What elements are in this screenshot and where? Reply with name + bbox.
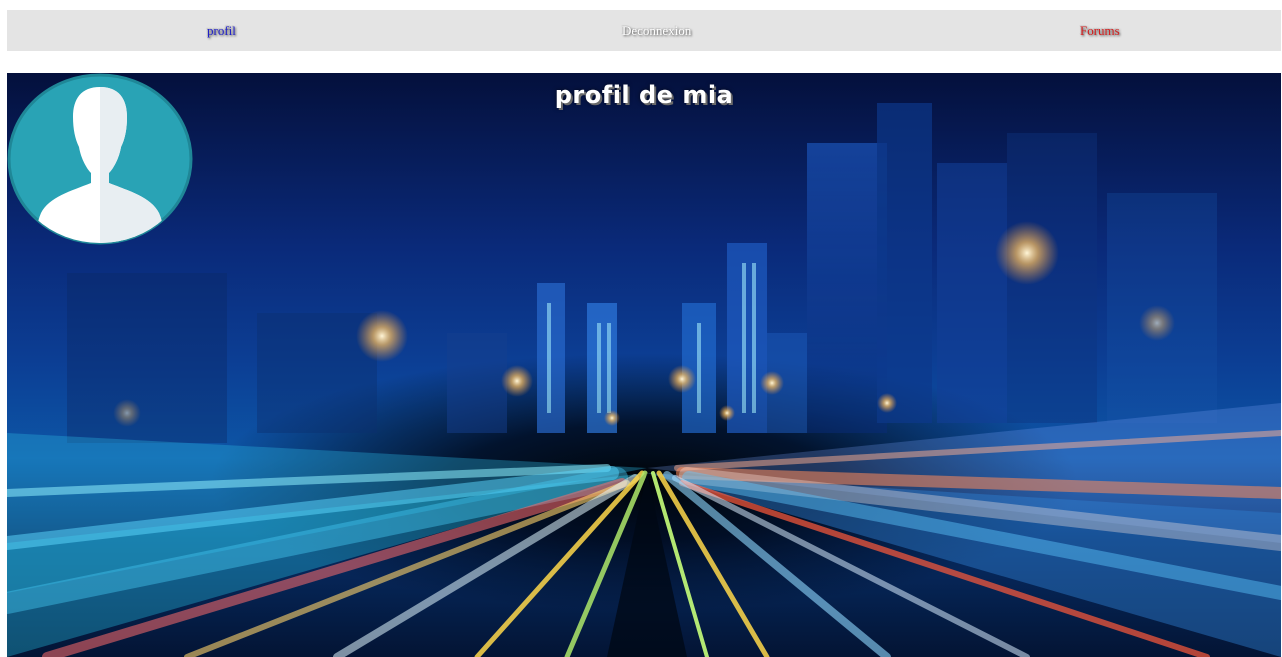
nav-link-profil[interactable]: profil — [207, 10, 236, 51]
city-speed-background — [7, 103, 1281, 657]
user-silhouette-icon — [7, 73, 193, 245]
page-title: profil de mia — [554, 81, 734, 109]
nav-link-deconnexion[interactable]: Deconnexion — [622, 10, 691, 51]
profile-hero: profil de mia — [7, 73, 1281, 657]
nav-link-forums[interactable]: Forums — [1080, 10, 1120, 51]
top-navbar: profil Deconnexion Forums — [7, 10, 1281, 51]
